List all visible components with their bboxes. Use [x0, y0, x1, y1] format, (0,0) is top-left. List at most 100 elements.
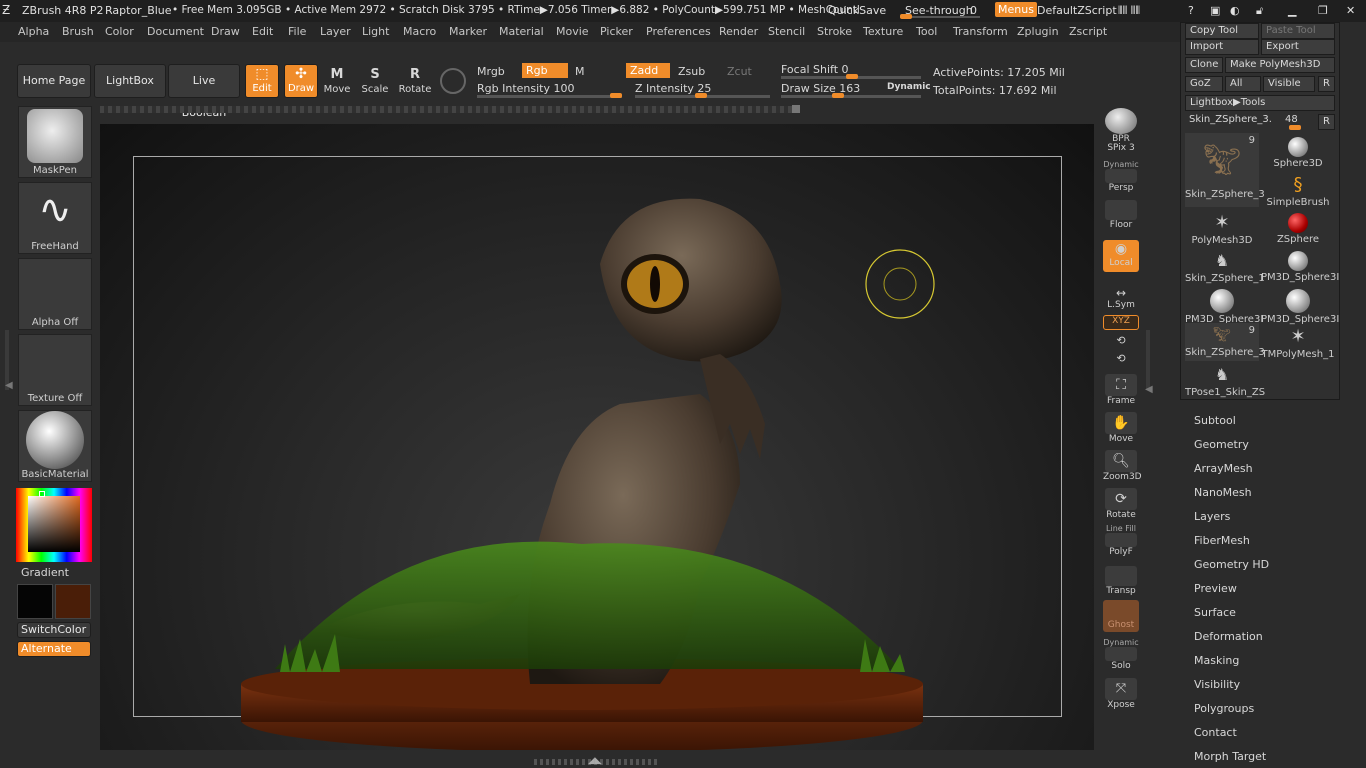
layout-switch-icon[interactable]: ▣ [1210, 4, 1220, 17]
clone-button[interactable]: Clone [1185, 57, 1223, 73]
menu-transform[interactable]: Transform [953, 25, 1008, 38]
move-view-button[interactable]: ✋ Move [1103, 412, 1139, 444]
persp-button[interactable]: Dynamic Persp [1103, 160, 1139, 193]
seethrough-knob[interactable] [900, 14, 912, 19]
spix-slider[interactable]: SPix 3 [1103, 143, 1139, 153]
tool-thumb-sphere3d[interactable]: Sphere3D [1261, 135, 1335, 173]
export-button[interactable]: Export [1261, 39, 1335, 55]
primary-color-swatch[interactable] [17, 584, 53, 619]
subpalette-layers[interactable]: Layers [1194, 510, 1230, 523]
subpalette-geometry[interactable]: Geometry [1194, 438, 1249, 451]
transp-button[interactable]: Transp [1103, 566, 1139, 596]
menu-layer[interactable]: Layer [320, 25, 351, 38]
visible-button[interactable]: Visible [1263, 76, 1315, 92]
subpalette-deformation[interactable]: Deformation [1194, 630, 1263, 643]
draw-size-knob[interactable] [832, 93, 844, 98]
bottom-tray-arrow-icon[interactable]: ◢◣ [588, 756, 602, 766]
alpha-selector[interactable]: Alpha Off [18, 258, 92, 330]
stroke-preview-icon[interactable] [440, 68, 466, 94]
menu-file[interactable]: File [288, 25, 306, 38]
left-tray-arrow-icon[interactable]: ◀ [5, 380, 13, 391]
menu-alpha[interactable]: Alpha [18, 25, 49, 38]
menu-marker[interactable]: Marker [449, 25, 487, 38]
color-square[interactable] [28, 496, 80, 552]
make-polymesh-button[interactable]: Make PolyMesh3D [1225, 57, 1335, 73]
subpalette-contact[interactable]: Contact [1194, 726, 1237, 739]
canvas-viewport[interactable] [100, 124, 1094, 750]
subpalette-subtool[interactable]: Subtool [1194, 414, 1236, 427]
rotate-view-button[interactable]: ⟳ Rotate [1103, 488, 1139, 520]
r-button[interactable]: R [1318, 76, 1335, 92]
tool-thumb-simplebrush[interactable]: § SimpleBrush [1261, 173, 1335, 211]
import-button[interactable]: Import [1185, 39, 1259, 55]
rgb-intensity-knob[interactable] [610, 93, 622, 98]
menu-stroke[interactable]: Stroke [817, 25, 852, 38]
subpalette-morph-target[interactable]: Morph Target [1194, 750, 1266, 763]
m-button[interactable]: M [575, 65, 585, 78]
shelf-divider[interactable] [100, 106, 794, 113]
tool-thumb-tmpolymesh[interactable]: ✶ TMPolyMesh_1 [1261, 325, 1335, 363]
secondary-color-swatch[interactable] [55, 584, 91, 619]
lightbox-tools-button[interactable]: Lightbox▶Tools [1185, 95, 1335, 111]
help-icon[interactable]: ? [1188, 4, 1194, 17]
live-boolean-button[interactable]: Live Boolean [168, 64, 240, 119]
seethrough-slider[interactable] [900, 16, 980, 18]
menu-macro[interactable]: Macro [403, 25, 436, 38]
lock-icon[interactable]: 🔓︎ [1256, 4, 1263, 18]
stroke-selector[interactable]: ∿ FreeHand [18, 182, 92, 254]
z-intensity-knob[interactable] [695, 93, 707, 98]
menu-stencil[interactable]: Stencil [768, 25, 805, 38]
mrgb-button[interactable]: Mrgb [477, 65, 505, 78]
rotate-button[interactable]: R Rotate [398, 66, 432, 98]
edit-button[interactable]: ⬚ Edit [245, 64, 279, 98]
copy-tool-button[interactable]: Copy Tool [1185, 23, 1259, 39]
subpalette-visibility[interactable]: Visibility [1194, 678, 1240, 691]
menu-zscript[interactable]: Zscript [1069, 25, 1107, 38]
close-icon[interactable]: ✕ [1346, 4, 1355, 17]
paste-tool-button[interactable]: Paste Tool [1261, 23, 1335, 39]
menu-zplugin[interactable]: Zplugin [1017, 25, 1059, 38]
subpalette-polygroups[interactable]: Polygroups [1194, 702, 1254, 715]
tool-thumb-zsphere[interactable]: ZSphere [1261, 211, 1335, 249]
subpalette-geometry-hd[interactable]: Geometry HD [1194, 558, 1269, 571]
zadd-button[interactable]: Zadd [626, 63, 670, 78]
rotate-z-icon[interactable]: ⟲ [1103, 352, 1139, 365]
polyf-button[interactable]: Line Fill PolyF [1103, 524, 1139, 557]
raptor-sculpt[interactable] [100, 124, 1094, 750]
solo-button[interactable]: Dynamic Solo [1103, 638, 1139, 671]
texture-selector[interactable]: Texture Off [18, 334, 92, 406]
menu-light[interactable]: Light [362, 25, 389, 38]
quicksave-button[interactable]: QuickSave [828, 4, 886, 17]
tool-thumb-skin-zsphere-1[interactable]: ♞ Skin_ZSphere_1 [1185, 249, 1265, 287]
dynamic-button[interactable]: Dynamic [887, 82, 931, 92]
rgb-button[interactable]: Rgb [522, 63, 568, 78]
subpalette-surface[interactable]: Surface [1194, 606, 1236, 619]
tool-thumb-pm3d-sphere-a[interactable]: PM3D_Sphere3I [1261, 249, 1339, 287]
menu-material[interactable]: Material [499, 25, 544, 38]
theme-icon[interactable]: ◐ [1230, 4, 1240, 17]
minimize-icon[interactable]: ▁ [1288, 4, 1296, 17]
alternate-button[interactable]: Alternate [17, 641, 91, 657]
tool-thumb-pm3d-sphere-b[interactable]: PM3D_Sphere3I [1185, 287, 1263, 325]
zoom3d-button[interactable]: 🔍︎ Zoom3D [1103, 450, 1142, 482]
rotate-y-icon[interactable]: ⟲ [1103, 334, 1139, 347]
scale-button[interactable]: S Scale [359, 66, 391, 98]
zsub-button[interactable]: Zsub [678, 65, 705, 78]
tool-thumb-tpose[interactable]: ♞ TPose1_Skin_ZS [1185, 363, 1265, 401]
subpalette-nanomesh[interactable]: NanoMesh [1194, 486, 1252, 499]
local-button[interactable]: ◉ Local [1103, 240, 1139, 272]
menu-picker[interactable]: Picker [600, 25, 633, 38]
draw-button[interactable]: ✣ Draw [284, 64, 318, 98]
menu-brush[interactable]: Brush [62, 25, 94, 38]
lightbox-button[interactable]: LightBox [94, 64, 166, 98]
right-tray-handle[interactable] [1146, 330, 1150, 390]
tool-r-button[interactable]: R [1318, 114, 1335, 130]
subpalette-arraymesh[interactable]: ArrayMesh [1194, 462, 1253, 475]
subpalette-masking[interactable]: Masking [1194, 654, 1239, 667]
menu-edit[interactable]: Edit [252, 25, 273, 38]
shelf-handle[interactable] [792, 105, 800, 113]
tool-thumb-skin-zsphere-3b[interactable]: 🦖︎ 9 Skin_ZSphere_3 [1185, 323, 1265, 361]
goz-button[interactable]: GoZ [1185, 76, 1223, 92]
tool-thumb-pm3d-sphere-c[interactable]: PM3D_Sphere3I [1261, 287, 1339, 325]
switchcolor-button[interactable]: SwitchColor [17, 622, 91, 638]
